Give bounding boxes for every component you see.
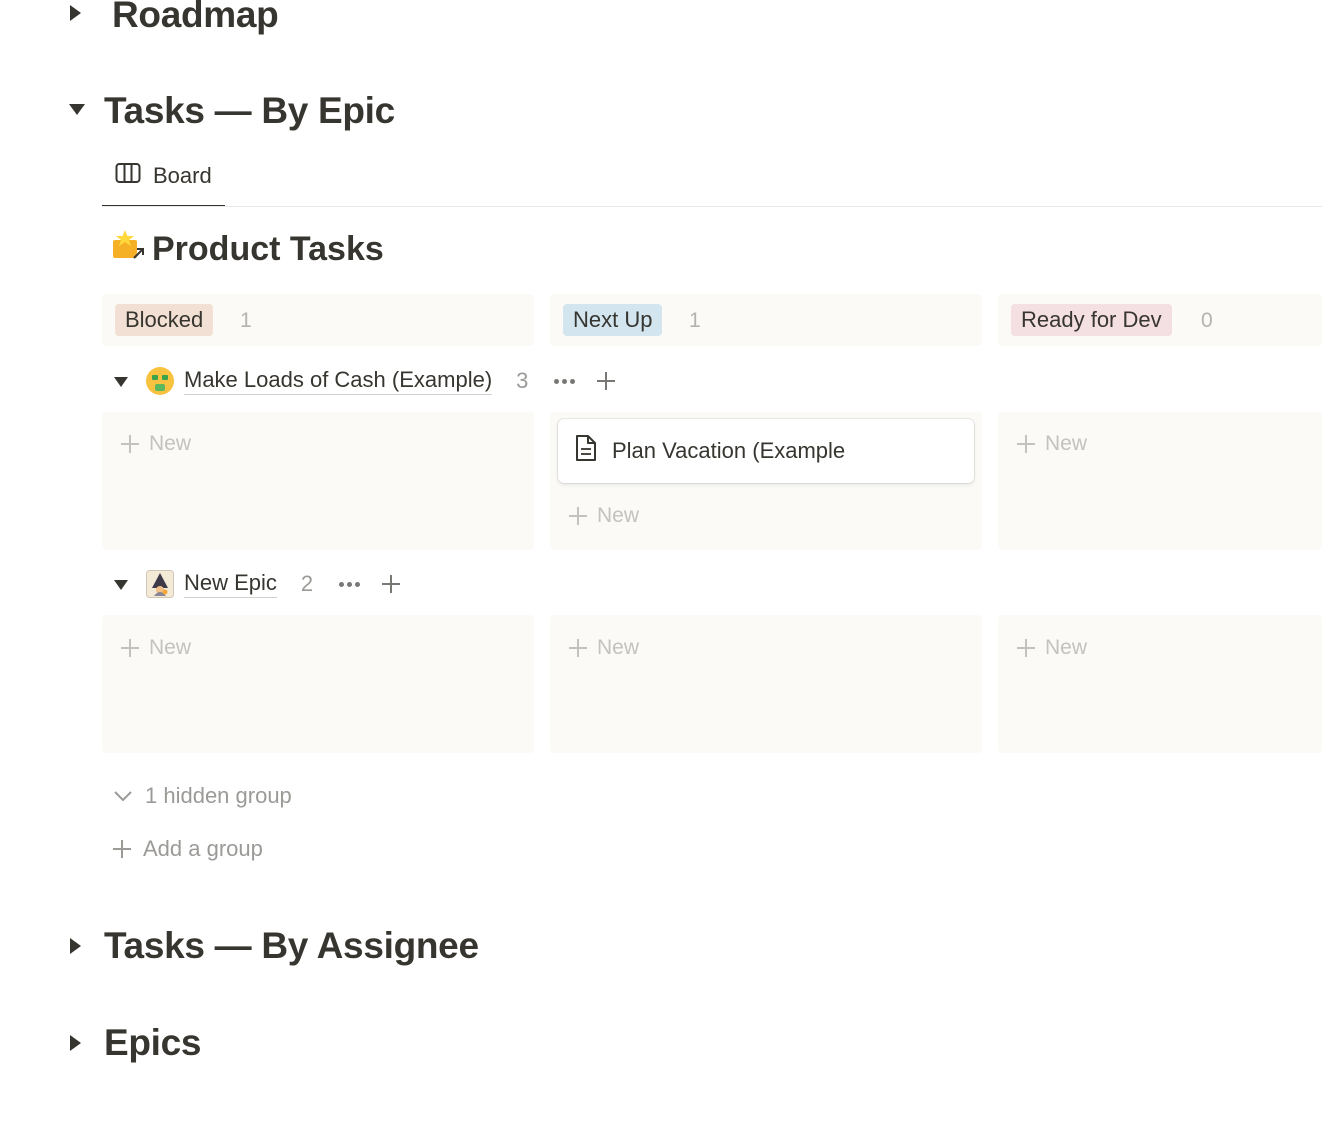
wizard-icon — [146, 570, 174, 598]
status-badge-ready-for-dev: Ready for Dev — [1011, 304, 1172, 336]
group-label-make-loads-of-cash[interactable]: Make Loads of Cash (Example) — [184, 367, 493, 395]
star-box-icon — [110, 228, 146, 271]
group-header-new-epic: New Epic 2 — [146, 570, 401, 598]
board-card[interactable]: Plan Vacation (Example — [558, 419, 974, 483]
group-count-new-epic: 2 — [300, 571, 314, 596]
card-title: Plan Vacation (Example — [612, 438, 846, 463]
new-card-label: New — [597, 504, 640, 527]
new-card-button[interactable]: New — [569, 636, 639, 660]
group-toggle-new-epic[interactable] — [114, 580, 128, 590]
new-card-button[interactable]: New — [121, 432, 191, 456]
new-card-label: New — [1045, 432, 1088, 455]
plus-icon — [569, 507, 587, 525]
new-card-label: New — [149, 432, 192, 455]
board-icon — [115, 162, 141, 190]
status-badge-blocked: Blocked — [115, 304, 214, 336]
add-card-icon[interactable] — [597, 372, 616, 390]
new-card-button[interactable]: New — [569, 504, 639, 528]
new-card-label: New — [1045, 636, 1088, 659]
add-group-button[interactable]: Add a group — [113, 836, 263, 862]
hidden-groups-toggle[interactable]: 1 hidden group — [113, 783, 292, 809]
section-title-epics[interactable]: Epics — [104, 1022, 202, 1064]
new-card-button[interactable]: New — [1017, 432, 1087, 456]
section-title-roadmap[interactable]: Roadmap — [112, 0, 279, 36]
add-card-icon[interactable] — [382, 575, 401, 593]
group-header-make-loads-of-cash: Make Loads of Cash (Example) 3 — [146, 367, 616, 395]
plus-icon — [569, 639, 587, 657]
new-card-button[interactable]: New — [1017, 636, 1087, 660]
plus-icon — [1017, 639, 1035, 657]
status-badge-next-up: Next Up — [563, 304, 663, 336]
tab-board[interactable]: Board — [115, 162, 212, 190]
plus-icon — [113, 840, 131, 858]
section-title-tasks-by-assignee[interactable]: Tasks — By Assignee — [104, 925, 479, 967]
new-card-button[interactable]: New — [121, 636, 191, 660]
add-group-label: Add a group — [143, 836, 263, 861]
new-card-label: New — [597, 636, 640, 659]
tasks-by-assignee-toggle[interactable] — [70, 938, 81, 954]
group-label-new-epic[interactable]: New Epic — [184, 570, 277, 598]
section-title-tasks-by-epic[interactable]: Tasks — By Epic — [104, 90, 395, 132]
group-count-make-loads-of-cash: 3 — [516, 368, 529, 393]
page-icon — [574, 434, 598, 468]
chevron-down-icon — [113, 783, 133, 809]
hidden-groups-label: 1 hidden group — [145, 783, 292, 808]
more-options-icon[interactable] — [554, 378, 576, 384]
new-card-label: New — [149, 636, 192, 659]
database-title-text: Product Tasks — [152, 230, 384, 268]
column-count-blocked: 1 — [240, 309, 252, 332]
roadmap-toggle[interactable] — [70, 5, 81, 21]
plus-icon — [121, 639, 139, 657]
tab-divider — [102, 206, 1322, 207]
column-count-ready-for-dev: 0 — [1201, 309, 1213, 332]
money-mouth-face-icon — [146, 367, 174, 395]
plus-icon — [1017, 435, 1035, 453]
tasks-by-epic-toggle[interactable] — [69, 104, 85, 115]
tab-board-label: Board — [153, 163, 212, 188]
epics-toggle[interactable] — [70, 1035, 81, 1051]
column-count-next-up: 1 — [689, 309, 701, 332]
database-title[interactable]: Product Tasks — [110, 228, 384, 271]
plus-icon — [121, 435, 139, 453]
group-toggle-make-loads-of-cash[interactable] — [114, 377, 128, 387]
more-options-icon[interactable] — [339, 581, 361, 587]
